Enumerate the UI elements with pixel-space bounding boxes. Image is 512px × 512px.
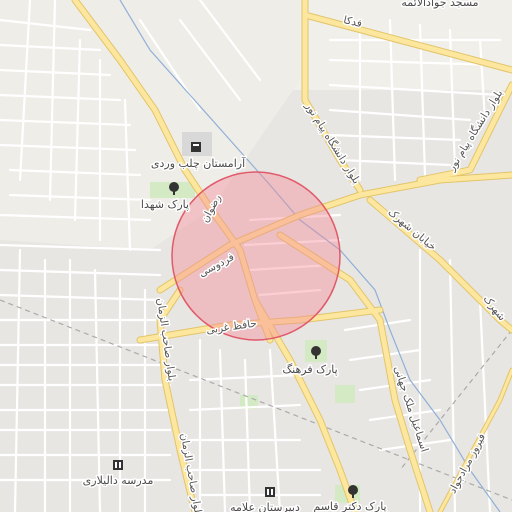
map-canvas: آرامستان چلب وردی پارک شهدا پارک فرهنگ پ… [0, 0, 512, 512]
school-dalilari-label: مدرسه دالیلاری [83, 474, 154, 487]
school-icon[interactable] [265, 487, 275, 497]
park-shohada-label: پارک شهدا [141, 198, 189, 211]
cemetery-label: آرامستان چلب وردی [151, 156, 246, 170]
search-radius-circle[interactable] [171, 171, 341, 341]
park-dr-ghasem-label: پارک دکتر قاسم [313, 500, 386, 512]
map-view[interactable]: آرامستان چلب وردی پارک شهدا پارک فرهنگ پ… [0, 0, 512, 512]
school-allameh-label: دبیرستان علامه [230, 501, 300, 512]
mosque-label: مسجد جوادالائمه [401, 0, 478, 9]
cemetery-icon[interactable] [191, 142, 201, 152]
park-area [335, 385, 355, 403]
park-farhang-label: پارک فرهنگ [282, 363, 337, 376]
school-icon[interactable] [113, 460, 123, 470]
